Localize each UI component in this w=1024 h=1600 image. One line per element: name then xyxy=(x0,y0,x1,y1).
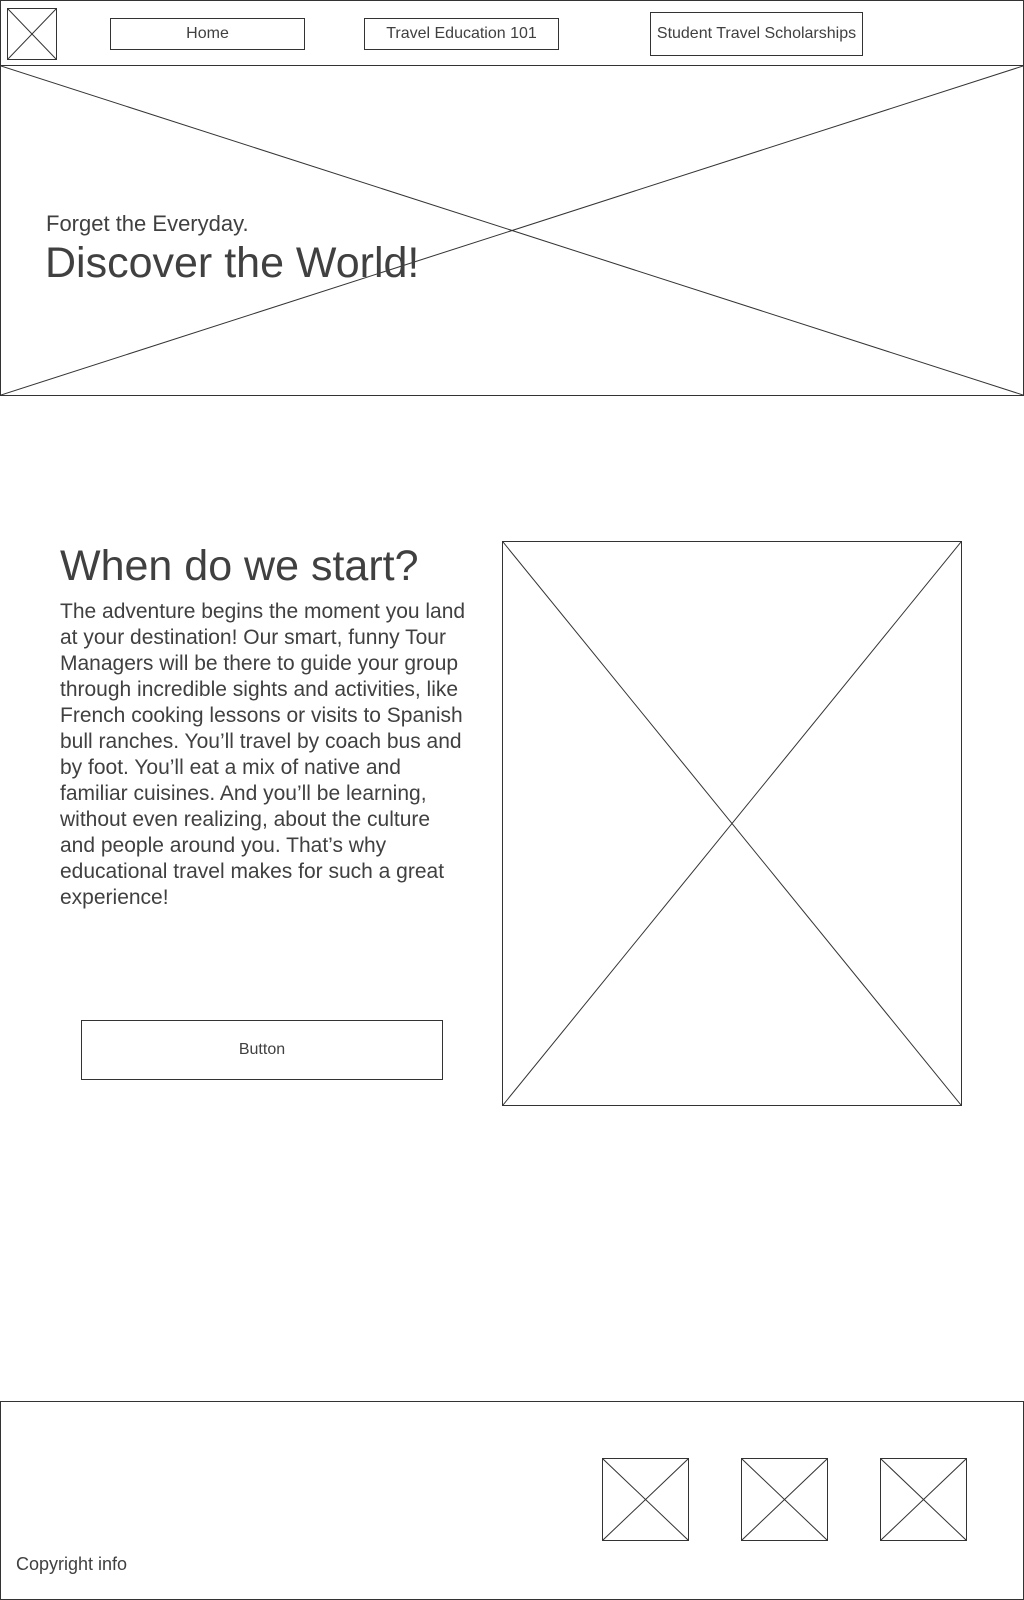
section-title: When do we start? xyxy=(60,542,419,590)
social-link-2-icon[interactable] xyxy=(741,1458,828,1541)
section-image-placeholder xyxy=(502,541,962,1106)
footer xyxy=(0,1401,1024,1600)
hero-tagline: Forget the Everyday. xyxy=(46,211,249,236)
social-link-3-icon[interactable] xyxy=(880,1458,967,1541)
nav-scholarships-button[interactable]: Student Travel Scholarships xyxy=(650,12,863,56)
logo-placeholder-icon[interactable] xyxy=(7,8,57,60)
nav-travel-education-button[interactable]: Travel Education 101 xyxy=(364,18,559,50)
cta-button[interactable]: Button xyxy=(81,1020,443,1080)
social-link-1-icon[interactable] xyxy=(602,1458,689,1541)
copyright-text: Copyright info xyxy=(16,1554,128,1574)
section-body-text: The adventure begins the moment you land… xyxy=(60,600,466,909)
nav-home-button[interactable]: Home xyxy=(110,18,305,50)
hero-title: Discover the World! xyxy=(45,239,420,287)
